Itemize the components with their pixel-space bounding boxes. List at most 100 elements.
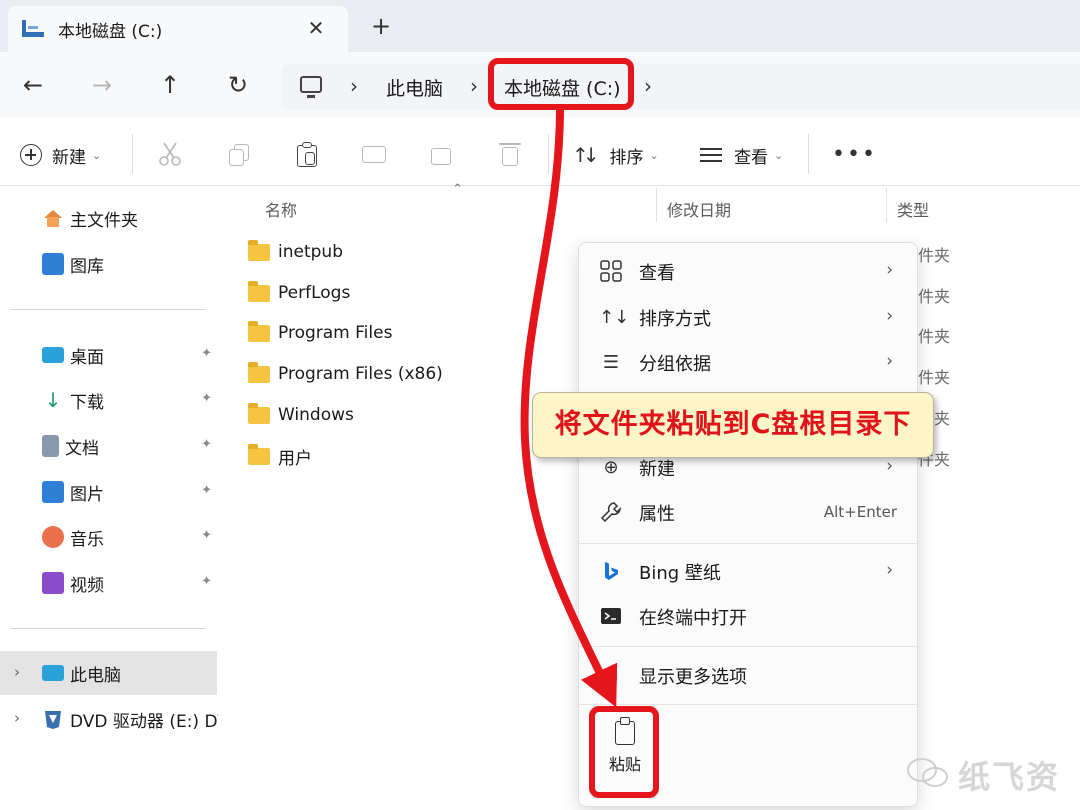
pin-icon[interactable]: ✦ (201, 574, 212, 589)
file-name: inetpub (278, 242, 343, 262)
rename-icon[interactable] (362, 141, 386, 167)
gallery-icon (42, 253, 64, 275)
menu-item-label: 在终端中打开 (639, 608, 747, 629)
pin-icon[interactable]: ✦ (201, 391, 212, 406)
column-divider[interactable] (886, 188, 887, 222)
file-row[interactable]: 用户 (248, 440, 312, 472)
sidebar-item-label: 主文件夹 (70, 210, 138, 231)
sidebar-item-label: 文档 (65, 438, 99, 459)
breadcrumb-this-pc[interactable]: 此电脑 (386, 74, 443, 101)
file-name: PerfLogs (278, 283, 351, 303)
copy-icon[interactable] (227, 141, 251, 167)
back-button[interactable]: ← (18, 70, 48, 100)
home-icon (42, 207, 64, 229)
pin-icon[interactable]: ✦ (201, 483, 212, 498)
menu-item-label: 显示更多选项 (639, 667, 747, 688)
menu-divider (579, 543, 917, 544)
sidebar-item-gallery[interactable]: 图库 (42, 247, 218, 281)
sidebar-item-documents[interactable]: 文档 ✦ (42, 429, 218, 463)
forward-button[interactable]: → (87, 70, 117, 100)
sort-icon: ↑↓ (599, 307, 630, 328)
sidebar-item-videos[interactable]: 视频 ✦ (42, 566, 218, 600)
navigation-pane: 主文件夹 图库 桌面 ✦ ↓ 下载 ✦ 文档 ✦ 图片 ✦ 音乐 ✦ 视频 ✦ … (0, 187, 220, 810)
column-header-type[interactable]: 类型 (897, 197, 929, 221)
file-name: Windows (278, 405, 354, 425)
tab-local-disk[interactable]: 本地磁盘 (C:) ✕ (8, 6, 348, 52)
paste-highlight-box (589, 706, 659, 798)
sidebar-item-music[interactable]: 音乐 ✦ (42, 520, 218, 554)
sidebar-item-label: 音乐 (70, 529, 104, 550)
column-divider[interactable] (656, 188, 657, 222)
sidebar-item-this-pc[interactable]: 此电脑 (42, 656, 218, 690)
title-bar: 本地磁盘 (C:) ✕ + (0, 0, 1080, 52)
menu-item-properties[interactable]: 属性 Alt+Enter (579, 491, 917, 535)
divider (132, 134, 133, 174)
divider (10, 309, 206, 310)
expand-icon[interactable]: › (14, 663, 20, 681)
sidebar-item-label: 此电脑 (70, 665, 121, 686)
music-icon (42, 526, 64, 548)
menu-item-sort-by[interactable]: ↑↓ 排序方式 › (579, 296, 917, 340)
folder-icon (248, 443, 270, 465)
file-type: 件夹 (918, 246, 951, 265)
drive-icon (22, 20, 44, 38)
chevron-down-icon: ⌄ (774, 148, 784, 162)
breadcrumb-separator: › (350, 74, 358, 98)
cut-icon[interactable] (158, 141, 182, 167)
sidebar-item-home[interactable]: 主文件夹 (42, 201, 218, 235)
bing-icon (599, 560, 623, 584)
menu-item-label: 排序方式 (639, 309, 711, 330)
menu-item-open-in-terminal[interactable]: 在终端中打开 (579, 595, 917, 639)
pin-icon[interactable]: ✦ (201, 528, 212, 543)
pin-icon[interactable]: ✦ (201, 437, 212, 452)
menu-item-label: 新建 (639, 459, 675, 480)
file-row[interactable]: Windows (248, 399, 354, 431)
sidebar-item-label: 图库 (70, 256, 104, 277)
file-row[interactable]: Program Files (x86) (248, 358, 443, 390)
command-bar: 新建 ⌄ ↑↓ 排序 ⌄ 查看 ⌄ ••• (0, 122, 1080, 186)
file-row[interactable]: PerfLogs (248, 277, 350, 309)
up-button[interactable]: ↑ (155, 70, 185, 100)
close-tab-icon[interactable]: ✕ (304, 16, 328, 40)
menu-item-show-more-options[interactable]: ⧉ 显示更多选项 (579, 654, 917, 698)
address-bar[interactable]: › 此电脑 › 本地磁盘 (C:) › (282, 64, 1080, 110)
file-name: Program Files (278, 323, 393, 343)
more-options-button[interactable]: ••• (832, 142, 877, 167)
sidebar-item-pictures[interactable]: 图片 ✦ (42, 475, 218, 509)
menu-item-bing-wallpaper[interactable]: Bing 壁纸 › (579, 550, 917, 594)
file-row[interactable]: Program Files (248, 317, 392, 349)
menu-item-label: 查看 (639, 263, 675, 284)
menu-item-label: 属性 (639, 504, 675, 525)
new-tab-button[interactable]: + (368, 12, 394, 40)
view-button[interactable]: 查看 ⌄ (700, 140, 783, 170)
folder-icon (248, 361, 270, 383)
divider (808, 134, 809, 174)
sort-button[interactable]: ↑↓ 排序 ⌄ (572, 140, 659, 170)
chevron-right-icon: › (886, 560, 893, 580)
document-icon (42, 435, 59, 457)
expand-icon[interactable]: › (14, 709, 20, 727)
annotation-callout: 将文件夹粘贴到C盘根目录下 (532, 392, 934, 458)
menu-item-view[interactable]: 查看 › (579, 250, 917, 294)
sidebar-item-downloads[interactable]: ↓ 下载 ✦ (42, 383, 218, 417)
new-icon: ⊕ (603, 457, 619, 478)
sort-icon: ↑↓ (572, 143, 599, 167)
file-row[interactable]: inetpub (248, 236, 343, 268)
refresh-button[interactable]: ↻ (223, 70, 253, 100)
view-label: 查看 (734, 147, 768, 168)
breadcrumb-separator[interactable]: › (644, 74, 652, 98)
address-highlight-box (488, 58, 634, 110)
shortcut-text: Alt+Enter (823, 503, 897, 521)
delete-icon[interactable] (498, 141, 522, 167)
paste-icon[interactable] (295, 141, 319, 167)
folder-icon (248, 402, 270, 424)
share-icon[interactable] (430, 141, 454, 167)
column-header-name[interactable]: 名称 (265, 197, 297, 221)
sidebar-item-desktop[interactable]: 桌面 ✦ (42, 338, 218, 372)
pin-icon[interactable]: ✦ (201, 346, 212, 361)
menu-item-group-by[interactable]: ☰ 分组依据 › (579, 341, 917, 385)
new-button[interactable]: 新建 ⌄ (20, 140, 101, 170)
column-header-modified[interactable]: 修改日期 (667, 197, 731, 221)
pictures-icon (42, 481, 64, 503)
sidebar-item-dvd-drive[interactable]: DVD 驱动器 (E:) DV (42, 702, 218, 736)
